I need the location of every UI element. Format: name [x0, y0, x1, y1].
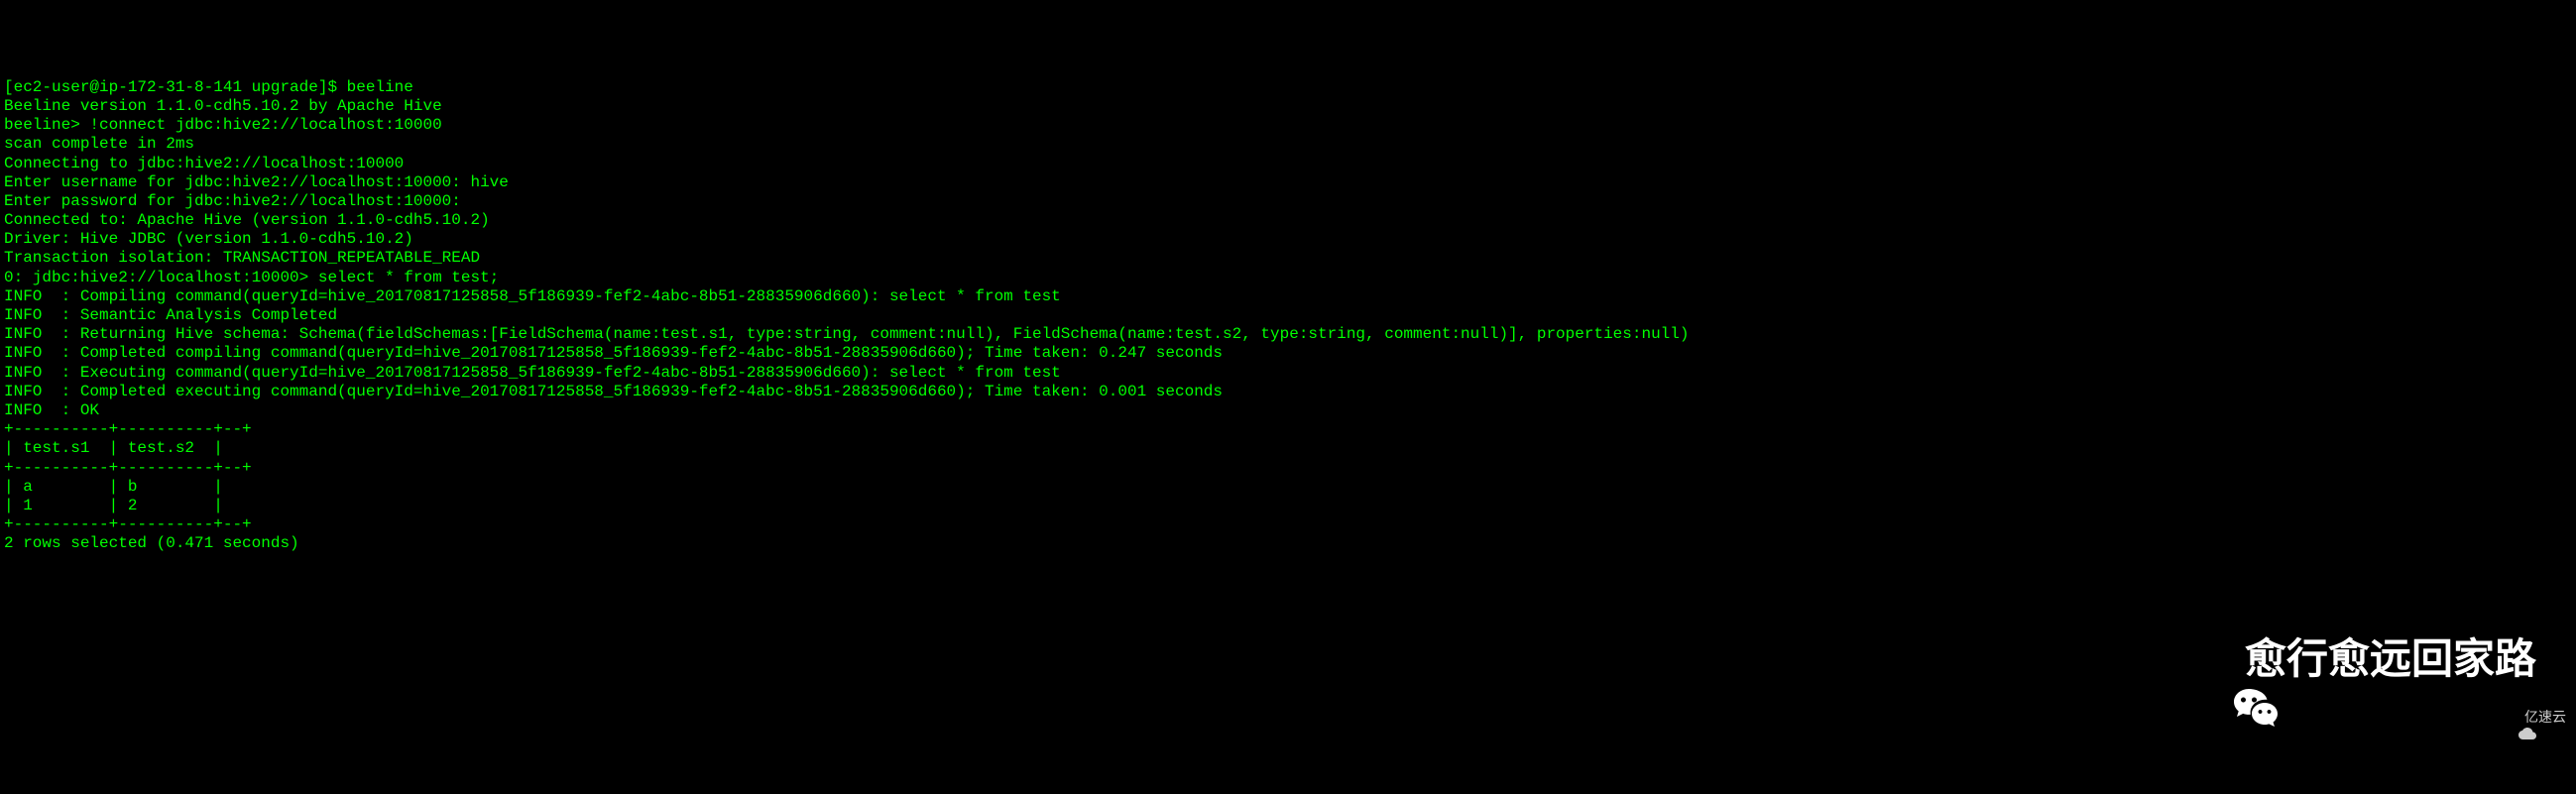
watermark-corner: 亿速云 — [2503, 708, 2566, 726]
terminal-line: scan complete in 2ms — [4, 135, 2572, 154]
terminal-line: | a | b | — [4, 478, 2572, 497]
watermark-main: 愈行愈远回家路 — [2185, 634, 2536, 684]
terminal-line: +----------+----------+--+ — [4, 459, 2572, 478]
terminal-line: Connected to: Apache Hive (version 1.1.0… — [4, 211, 2572, 230]
terminal-line: 2 rows selected (0.471 seconds) — [4, 534, 2572, 553]
terminal-line: INFO : Completed compiling command(query… — [4, 344, 2572, 363]
terminal-line: Beeline version 1.1.0-cdh5.10.2 by Apach… — [4, 97, 2572, 116]
terminal-output[interactable]: [ec2-user@ip-172-31-8-141 upgrade]$ beel… — [4, 78, 2572, 554]
terminal-line: 0: jdbc:hive2://localhost:10000> select … — [4, 269, 2572, 287]
watermark-main-text: 愈行愈远回家路 — [2245, 634, 2536, 684]
terminal-line: INFO : Semantic Analysis Completed — [4, 306, 2572, 325]
terminal-line: +----------+----------+--+ — [4, 420, 2572, 439]
terminal-line: Connecting to jdbc:hive2://localhost:100… — [4, 155, 2572, 173]
terminal-line: INFO : OK — [4, 401, 2572, 420]
terminal-line: | 1 | 2 | — [4, 497, 2572, 515]
terminal-line: +----------+----------+--+ — [4, 515, 2572, 534]
terminal-line: Driver: Hive JDBC (version 1.1.0-cdh5.10… — [4, 230, 2572, 249]
terminal-line: INFO : Completed executing command(query… — [4, 383, 2572, 401]
terminal-line: INFO : Returning Hive schema: Schema(fie… — [4, 325, 2572, 344]
cloud-icon — [2503, 708, 2520, 726]
terminal-line: Enter password for jdbc:hive2://localhos… — [4, 192, 2572, 211]
terminal-line: | test.s1 | test.s2 | — [4, 439, 2572, 458]
terminal-line: [ec2-user@ip-172-31-8-141 upgrade]$ beel… — [4, 78, 2572, 97]
terminal-line: beeline> !connect jdbc:hive2://localhost… — [4, 116, 2572, 135]
terminal-line: INFO : Compiling command(queryId=hive_20… — [4, 287, 2572, 306]
terminal-line: Enter username for jdbc:hive2://localhos… — [4, 173, 2572, 192]
wechat-icon — [2185, 635, 2233, 683]
terminal-line: Transaction isolation: TRANSACTION_REPEA… — [4, 249, 2572, 268]
terminal-line: INFO : Executing command(queryId=hive_20… — [4, 364, 2572, 383]
watermark-corner-text: 亿速云 — [2524, 709, 2566, 726]
